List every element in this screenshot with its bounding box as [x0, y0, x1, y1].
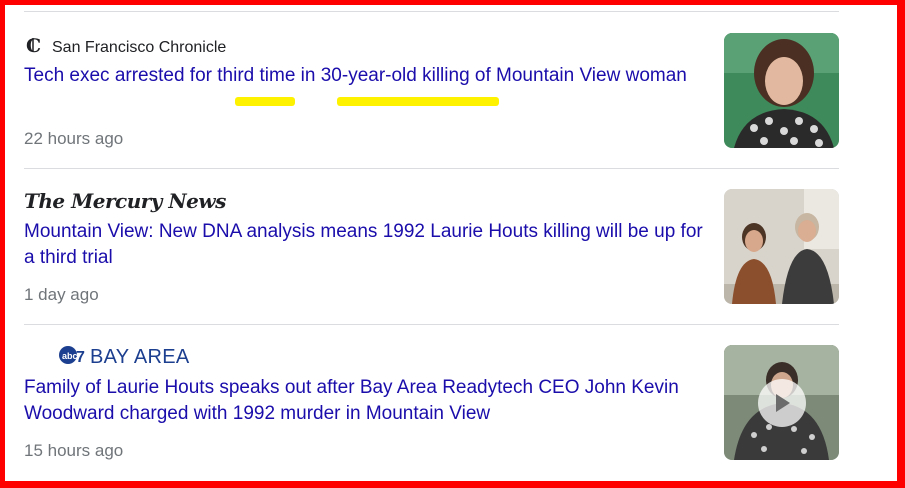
news-source[interactable]: abc 7 BAY AREA	[58, 345, 190, 370]
divider	[24, 324, 839, 325]
chronicle-c-icon: C	[24, 35, 44, 60]
yellow-highlight-mark	[235, 97, 295, 106]
yellow-highlight-mark	[337, 97, 499, 106]
timestamp: 1 day ago	[24, 285, 99, 304]
headline-link[interactable]: Family of Laurie Houts speaks out after …	[24, 375, 704, 427]
timestamp: 22 hours ago	[24, 129, 124, 148]
divider	[24, 11, 839, 12]
divider	[24, 168, 839, 169]
news-results-frame: C San Francisco Chronicle Tech exec arre…	[5, 5, 897, 481]
timestamp: 15 hours ago	[24, 441, 124, 460]
abc7-logo-icon: abc 7	[58, 345, 88, 370]
video-thumbnail[interactable]	[724, 345, 839, 460]
news-source[interactable]: The Mercury News	[24, 189, 226, 213]
headline-link[interactable]: Mountain View: New DNA analysis means 19…	[24, 219, 704, 271]
source-logo-text: The Mercury News	[24, 189, 226, 213]
news-card-1[interactable]: C San Francisco Chronicle Tech exec arre…	[24, 33, 839, 183]
svg-text:7: 7	[76, 349, 85, 365]
news-source[interactable]: C San Francisco Chronicle	[24, 35, 226, 60]
play-icon[interactable]	[758, 379, 806, 427]
headline-link[interactable]: Tech exec arrested for third time in 30-…	[24, 63, 704, 89]
source-name: BAY AREA	[90, 346, 190, 368]
thumbnail-image[interactable]	[724, 33, 839, 148]
news-card-2[interactable]: The Mercury News Mountain View: New DNA …	[24, 189, 839, 339]
source-name: San Francisco Chronicle	[52, 38, 227, 56]
news-card-3[interactable]: abc 7 BAY AREA Family of Laurie Houts sp…	[24, 345, 839, 481]
thumbnail-image[interactable]	[724, 189, 839, 304]
